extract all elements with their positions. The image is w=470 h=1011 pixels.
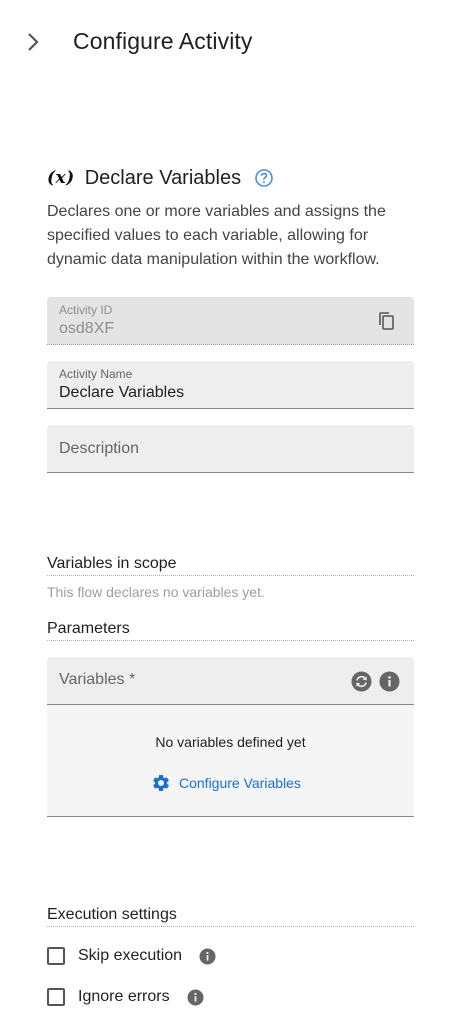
activity-header: (x) Declare Variables (47, 165, 274, 191)
variables-in-scope-hint: This flow declares no variables yet. (47, 584, 265, 600)
chevron-right-icon[interactable] (22, 30, 44, 54)
info-icon[interactable] (199, 948, 216, 965)
variables-label: Variables * (59, 671, 136, 688)
configure-variables-label: Configure Variables (179, 775, 301, 791)
description-field[interactable]: Description (47, 425, 414, 473)
variable-icon: (x) (47, 168, 75, 188)
configure-variables-button[interactable]: Configure Variables (151, 773, 301, 793)
activity-id-field: Activity ID osd8XF (47, 297, 414, 345)
help-icon[interactable] (254, 168, 274, 188)
parameters-title: Parameters (47, 620, 414, 641)
variables-in-scope-title: Variables in scope (47, 555, 414, 576)
skip-execution-checkbox[interactable] (47, 947, 65, 965)
empty-variables-text: No variables defined yet (155, 734, 306, 750)
activity-id-label: Activity ID (59, 303, 113, 317)
ignore-errors-label[interactable]: Ignore errors (78, 988, 170, 1006)
variables-panel: Variables * No variables defined yet Con… (47, 657, 414, 817)
activity-name-label: Activity Name (59, 367, 133, 381)
activity-title: Declare Variables (84, 166, 242, 189)
activity-description: Declares one or more variables and assig… (47, 203, 386, 268)
refresh-icon[interactable] (351, 671, 372, 692)
copy-icon[interactable] (376, 310, 398, 332)
info-icon[interactable] (187, 989, 204, 1006)
info-icon[interactable] (379, 671, 400, 692)
activity-id-value: osd8XF (59, 320, 115, 337)
gear-icon (153, 775, 169, 791)
activity-name-value[interactable]: Declare Variables (59, 384, 184, 402)
header: Configure Activity (0, 0, 470, 84)
activity-name-field[interactable]: Activity Name Declare Variables (47, 361, 414, 409)
page-title: Configure Activity (73, 28, 253, 54)
variables-header: Variables * (47, 657, 414, 705)
description-placeholder: Description (59, 440, 140, 457)
skip-execution-row: Skip execution (47, 945, 216, 967)
ignore-errors-row: Ignore errors (47, 986, 204, 1008)
ignore-errors-checkbox[interactable] (47, 988, 65, 1006)
execution-settings-title: Execution settings (47, 906, 414, 927)
skip-execution-label[interactable]: Skip execution (78, 947, 182, 965)
